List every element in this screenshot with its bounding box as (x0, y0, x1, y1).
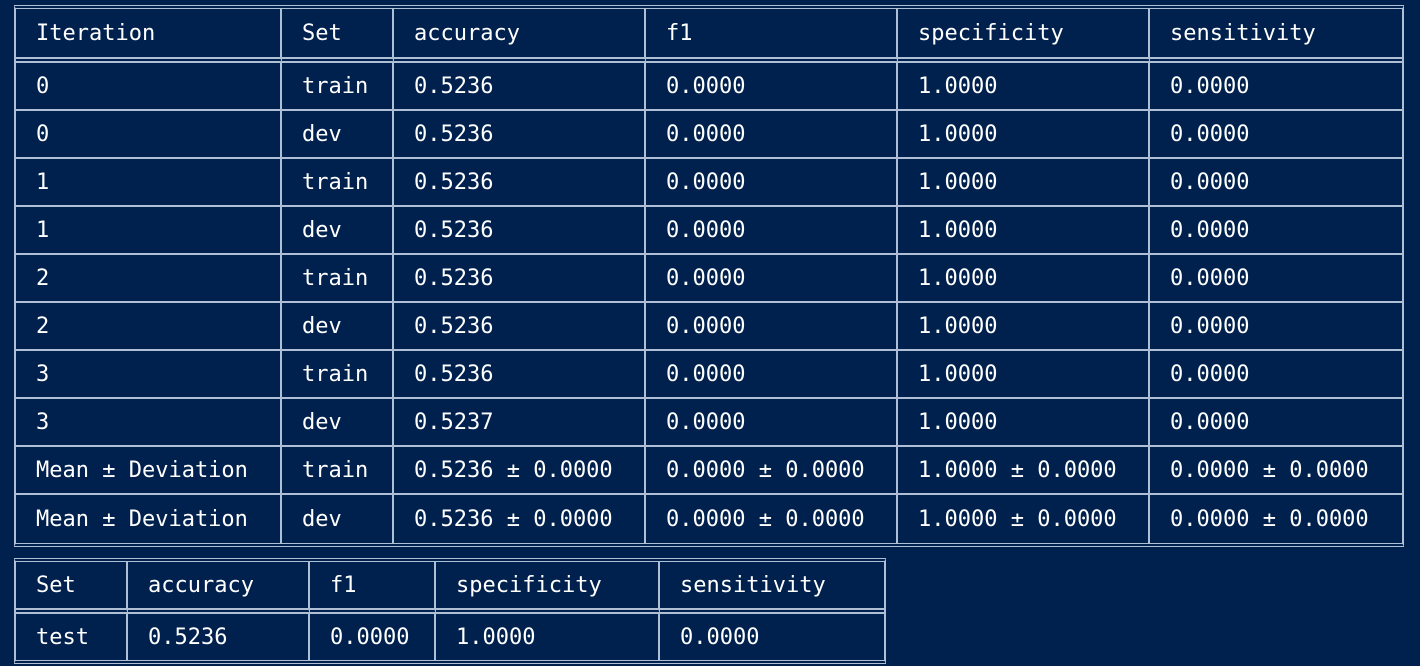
header-f1: f1 (310, 562, 436, 614)
cell-accuracy: 0.5236 (394, 351, 646, 399)
cell-f1: 0.0000 (646, 255, 898, 303)
header-f1: f1 (646, 9, 898, 63)
cell-f1: 0.0000 ± 0.0000 (646, 495, 898, 543)
cell-specificity: 1.0000 (898, 111, 1150, 159)
results-table: Iteration Set accuracy f1 specificity se… (14, 5, 1404, 547)
cell-set: dev (282, 495, 394, 543)
cell-iteration: 2 (16, 255, 282, 303)
cell-set: test (16, 614, 128, 660)
cell-specificity: 1.0000 (898, 159, 1150, 207)
cell-accuracy: 0.5236 (394, 111, 646, 159)
cell-sensitivity: 0.0000 (1150, 207, 1402, 255)
cell-f1: 0.0000 (646, 111, 898, 159)
header-sensitivity: sensitivity (660, 562, 884, 614)
cell-iteration: Mean ± Deviation (16, 447, 282, 495)
table-row: 0 train 0.5236 0.0000 1.0000 0.0000 (16, 63, 1402, 111)
cell-f1: 0.0000 (646, 351, 898, 399)
cell-accuracy: 0.5236 (394, 255, 646, 303)
table-row: 3 dev 0.5237 0.0000 1.0000 0.0000 (16, 399, 1402, 447)
cell-specificity: 1.0000 (898, 303, 1150, 351)
cell-set: train (282, 351, 394, 399)
cell-accuracy: 0.5236 (394, 63, 646, 111)
cell-specificity: 1.0000 ± 0.0000 (898, 495, 1150, 543)
cell-f1: 0.0000 ± 0.0000 (646, 447, 898, 495)
cell-iteration: 1 (16, 159, 282, 207)
cell-sensitivity: 0.0000 (1150, 111, 1402, 159)
header-iteration: Iteration (16, 9, 282, 63)
test-results-table: Set accuracy f1 specificity sensitivity … (14, 558, 886, 664)
cell-accuracy: 0.5236 ± 0.0000 (394, 447, 646, 495)
cell-iteration: Mean ± Deviation (16, 495, 282, 543)
cell-accuracy: 0.5236 ± 0.0000 (394, 495, 646, 543)
cell-specificity: 1.0000 (898, 351, 1150, 399)
cell-iteration: 3 (16, 351, 282, 399)
cell-sensitivity: 0.0000 (1150, 351, 1402, 399)
cell-f1: 0.0000 (646, 159, 898, 207)
test-table-body: test 0.5236 0.0000 1.0000 0.0000 (16, 614, 884, 660)
header-sensitivity: sensitivity (1150, 9, 1402, 63)
cell-sensitivity: 0.0000 (1150, 63, 1402, 111)
cell-accuracy: 0.5236 (394, 303, 646, 351)
cell-set: train (282, 447, 394, 495)
cell-sensitivity: 0.0000 (680, 624, 760, 650)
results-table-body: 0 train 0.5236 0.0000 1.0000 0.0000 0 de… (16, 63, 1402, 543)
cell-set: dev (282, 111, 394, 159)
header-specificity: specificity (436, 562, 660, 614)
table-row: 0 dev 0.5236 0.0000 1.0000 0.0000 (16, 111, 1402, 159)
cell-specificity: 1.0000 (898, 399, 1150, 447)
cell-specificity: 1.0000 (436, 614, 660, 660)
summary-row-train: Mean ± Deviation train 0.5236 ± 0.0000 0… (16, 447, 1402, 495)
cell-set: train (282, 255, 394, 303)
table-row: 1 dev 0.5236 0.0000 1.0000 0.0000 (16, 207, 1402, 255)
header-specificity: specificity (898, 9, 1150, 63)
header-row: Iteration Set accuracy f1 specificity se… (16, 9, 1402, 63)
cell-sensitivity: 0.0000 (1150, 159, 1402, 207)
cell-f1: 0.0000 (646, 207, 898, 255)
header-accuracy: accuracy (128, 562, 310, 614)
cell-iteration: 0 (16, 63, 282, 111)
cell-set: dev (282, 207, 394, 255)
test-table-header: Set accuracy f1 specificity sensitivity (16, 562, 884, 614)
cell-set: dev (282, 303, 394, 351)
cell-accuracy: 0.5236 (128, 614, 310, 660)
header-set: Set (16, 562, 128, 614)
cell-set: train (282, 159, 394, 207)
header-set: Set (282, 9, 394, 63)
cell-sensitivity: 0.0000 ± 0.0000 (1150, 447, 1402, 495)
cell-sensitivity: 0.0000 (1150, 399, 1402, 447)
header-row: Set accuracy f1 specificity sensitivity (16, 562, 884, 614)
table-row: 2 train 0.5236 0.0000 1.0000 0.0000 (16, 255, 1402, 303)
table-row: 2 dev 0.5236 0.0000 1.0000 0.0000 (16, 303, 1402, 351)
cell-accuracy: 0.5236 (394, 159, 646, 207)
cell-accuracy: 0.5236 (394, 207, 646, 255)
cell-iteration: 2 (16, 303, 282, 351)
cell-sensitivity: 0.0000 (1150, 255, 1402, 303)
cell-sensitivity: 0.0000 ± 0.0000 (1170, 506, 1369, 532)
cell-iteration: 3 (16, 399, 282, 447)
cell-specificity: 1.0000 ± 0.0000 (898, 447, 1150, 495)
cell-f1: 0.0000 (646, 63, 898, 111)
cell-f1: 0.0000 (646, 303, 898, 351)
cell-specificity: 1.0000 (898, 255, 1150, 303)
cell-set: train (282, 63, 394, 111)
header-accuracy: accuracy (394, 9, 646, 63)
table-row: 3 train 0.5236 0.0000 1.0000 0.0000 (16, 351, 1402, 399)
cell-sensitivity: 0.0000 (1150, 303, 1402, 351)
results-table-header: Iteration Set accuracy f1 specificity se… (16, 9, 1402, 63)
cell-accuracy: 0.5237 (394, 399, 646, 447)
cell-set: dev (282, 399, 394, 447)
table-row: 1 train 0.5236 0.0000 1.0000 0.0000 (16, 159, 1402, 207)
cell-specificity: 1.0000 (898, 63, 1150, 111)
cell-iteration: 0 (16, 111, 282, 159)
summary-row-dev: Mean ± Deviation dev 0.5236 ± 0.0000 0.0… (16, 495, 1402, 543)
cell-f1: 0.0000 (310, 614, 436, 660)
cell-iteration: 1 (16, 207, 282, 255)
cell-specificity: 1.0000 (898, 207, 1150, 255)
cell-f1: 0.0000 (646, 399, 898, 447)
table-row: test 0.5236 0.0000 1.0000 0.0000 (16, 614, 884, 660)
